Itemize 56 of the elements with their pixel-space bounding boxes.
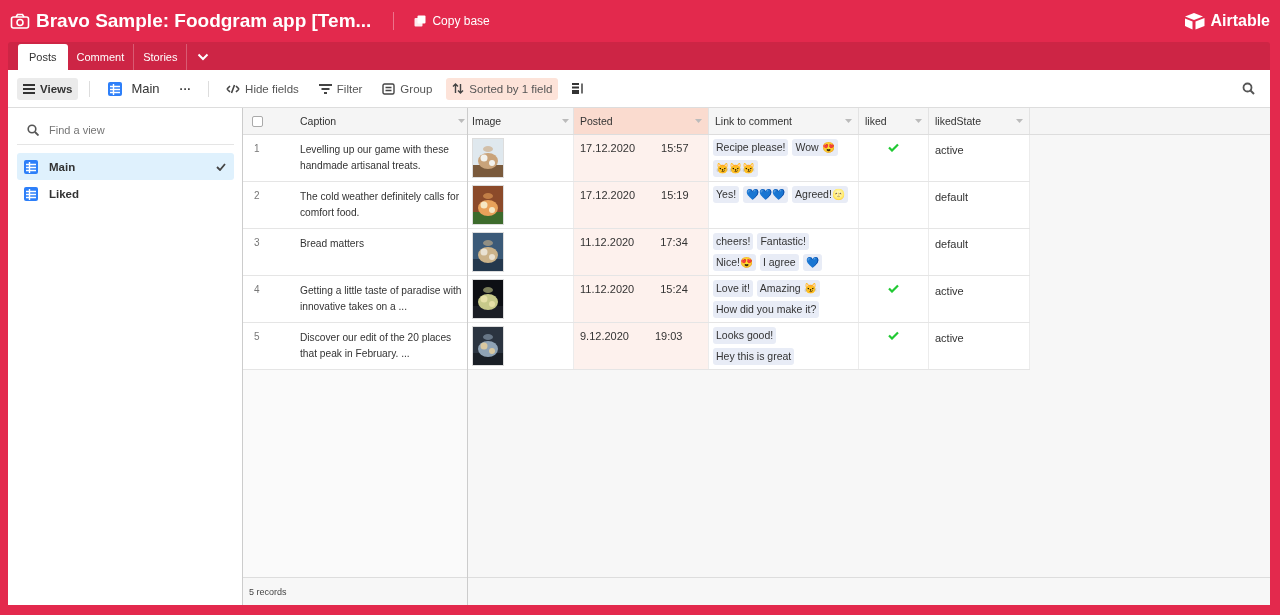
comment-chip[interactable]: Yes!	[713, 186, 740, 203]
group-button[interactable]: Group	[376, 77, 439, 100]
table-cell-text: Bread matters	[300, 237, 365, 251]
view-menu-button[interactable]: ···	[173, 77, 198, 100]
table-cell-text: Levelling up our game with these handmade artisanal treats.	[300, 143, 450, 173]
hide-fields-button[interactable]: Hide fields	[220, 77, 305, 100]
copy-base-button[interactable]: Copy base	[414, 14, 490, 28]
row-number: 3	[254, 237, 260, 248]
table-cell-text: The cold weather definitely calls for comfort food.	[300, 190, 461, 220]
comment-chip[interactable]: Fantastic!	[757, 233, 809, 250]
row-number: 1	[254, 143, 260, 154]
table-cell-text: active	[935, 331, 965, 346]
table-cell-text: default	[935, 237, 970, 252]
filter-button[interactable]: Filter	[312, 77, 369, 100]
table-cell-text: 15:19	[661, 189, 689, 203]
table-cell-text: 15:24	[660, 283, 688, 297]
comment-chip[interactable]: Hey this is great	[713, 348, 795, 365]
logo-text: Airtable	[1210, 12, 1270, 30]
view-item[interactable]: Liked	[17, 180, 234, 207]
comment-chip[interactable]: 💙	[802, 254, 822, 271]
table-cell-text: 9.12.2020	[580, 330, 629, 344]
view-label: Liked	[49, 187, 81, 200]
view-label: Main	[49, 160, 77, 173]
base-title: Bravo Sample: Foodgram app [Tem...	[36, 10, 372, 32]
table-cell-text: 17.12.2020	[580, 189, 636, 203]
row-number: 2	[254, 190, 260, 201]
comment-chip[interactable]: 💙💙💙	[743, 186, 789, 203]
table-cell-text: default	[935, 190, 970, 205]
table-cell-text: Getting a little taste of paradise with innovative takes on a ...	[300, 284, 463, 314]
comment-chip[interactable]: How did you make it?	[713, 301, 820, 318]
comment-chip[interactable]: Looks good!	[713, 327, 777, 344]
column-header[interactable]: Posted	[574, 108, 709, 134]
row-number: 5	[254, 331, 260, 342]
comment-chip[interactable]: Love it!	[713, 280, 753, 297]
comment-chip[interactable]: Recipe please!	[713, 139, 789, 156]
view-switcher[interactable]: Main	[101, 77, 166, 100]
table-tab[interactable]: Posts	[18, 44, 68, 70]
comment-chip[interactable]: cheers!	[713, 233, 754, 250]
row-number: 4	[254, 284, 260, 295]
comment-chip[interactable]: Amazing 😼	[756, 280, 820, 297]
comment-chip[interactable]: Agreed!🌝	[792, 186, 848, 203]
table-cell-text: 17:34	[660, 236, 688, 250]
table-cell-text: active	[935, 284, 965, 299]
table-cell-text: 15:57	[661, 142, 689, 156]
record-count: 5 records	[249, 586, 287, 597]
table-cell-text: 19:03	[654, 330, 683, 344]
table-cell-text: Discover our edit of the 20 places that peak in February. ...	[300, 331, 453, 361]
table-cell-text: 11.12.2020	[580, 236, 635, 250]
view-item[interactable]: Main	[17, 153, 234, 180]
table-cell-text: active	[935, 143, 965, 158]
views-button[interactable]: Views	[17, 77, 79, 100]
table-cell-text: 17.12.2020	[580, 142, 636, 156]
comment-chip[interactable]: I agree	[759, 254, 799, 271]
table-cell-text: 11.12.2020	[580, 283, 635, 297]
comment-chip[interactable]: Wow 😍	[792, 139, 838, 156]
sort-button[interactable]: Sorted by 1 field	[446, 77, 559, 100]
